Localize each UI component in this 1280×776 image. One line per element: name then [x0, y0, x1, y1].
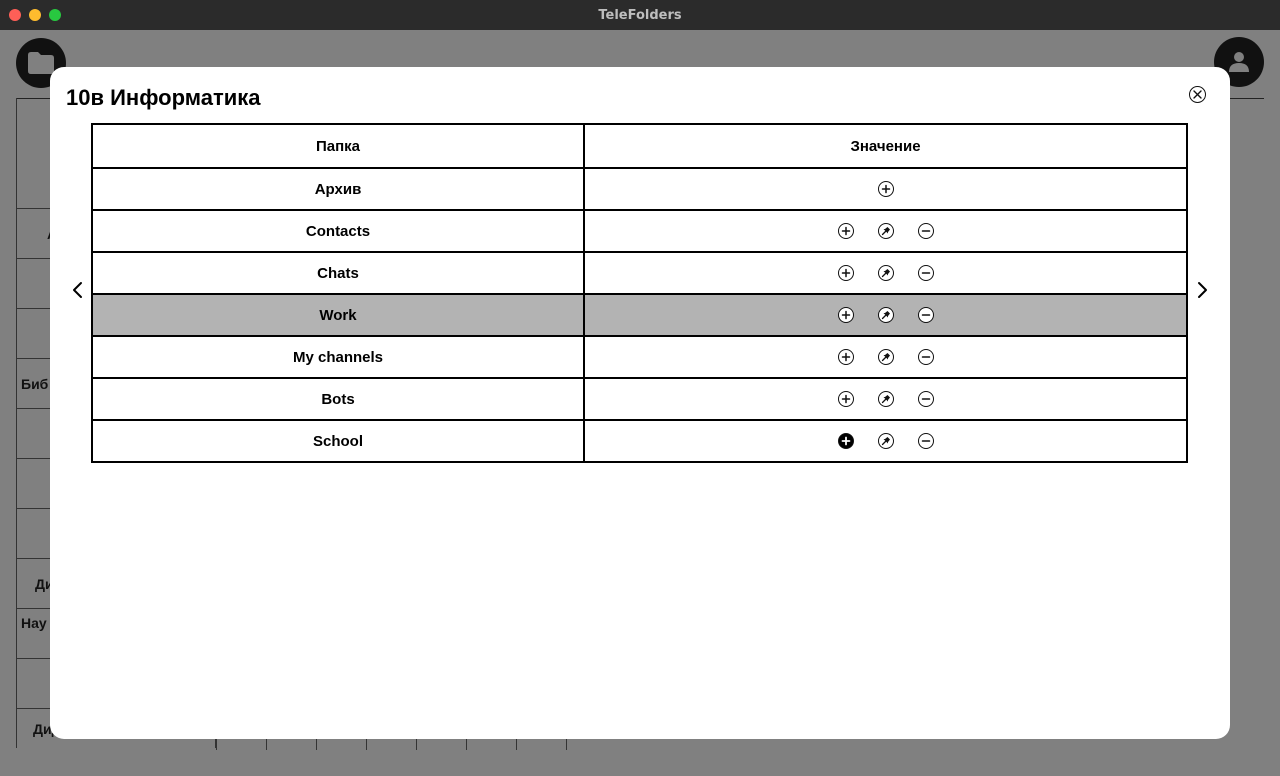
minus-circle-icon — [921, 314, 930, 316]
table-row[interactable]: My channels — [91, 335, 1188, 379]
value-cell — [583, 209, 1188, 253]
chevron-right-icon — [1198, 282, 1207, 298]
minus-circle-icon — [921, 356, 930, 358]
minus-circle-icon — [921, 398, 930, 400]
row-actions — [585, 349, 1186, 365]
plus-circle-icon — [841, 436, 850, 446]
remove-button[interactable] — [917, 223, 934, 239]
window-controls — [9, 9, 61, 21]
dialog-title: 10в Информатика — [66, 85, 261, 110]
add-button[interactable] — [837, 433, 854, 449]
row-actions — [585, 307, 1186, 323]
zoom-window-button[interactable] — [49, 9, 61, 21]
folder-name-cell: Contacts — [91, 209, 585, 253]
plus-circle-icon — [841, 268, 850, 278]
add-button[interactable] — [837, 265, 854, 281]
pin-icon — [881, 311, 890, 320]
row-actions — [585, 391, 1186, 407]
minus-circle-icon — [921, 230, 930, 232]
user-icon — [1229, 52, 1249, 72]
close-button[interactable] — [1189, 86, 1206, 103]
table-row[interactable]: Архив — [91, 167, 1188, 211]
add-button[interactable] — [837, 307, 854, 323]
row-actions — [585, 181, 1186, 197]
value-cell — [583, 419, 1188, 463]
table-header-row: Папка Значение — [91, 123, 1188, 169]
folder-name-cell: School — [91, 419, 585, 463]
table-row[interactable]: Contacts — [91, 209, 1188, 253]
folder-icon — [28, 52, 54, 74]
folder-name-cell: Work — [91, 293, 585, 337]
folder-name-cell: Chats — [91, 251, 585, 295]
pin-button[interactable] — [877, 307, 894, 323]
folders-table: Папка Значение Архив Contacts Chats Work My … — [91, 123, 1188, 463]
close-icon — [1193, 90, 1202, 99]
plus-circle-icon — [841, 352, 850, 362]
chevron-left-icon — [73, 282, 82, 298]
row-actions — [585, 223, 1186, 239]
plus-circle-icon — [841, 394, 850, 404]
table-row[interactable]: Bots — [91, 377, 1188, 421]
add-button[interactable] — [837, 223, 854, 239]
folder-name-cell: Архив — [91, 167, 585, 211]
remove-button[interactable] — [917, 391, 934, 407]
plus-circle-icon — [881, 184, 890, 194]
column-header-value: Значение — [583, 123, 1188, 169]
minus-circle-icon — [921, 440, 930, 442]
minus-circle-icon — [921, 272, 930, 274]
pin-icon — [881, 269, 890, 278]
previous-button[interactable] — [68, 279, 88, 301]
plus-circle-icon — [841, 226, 850, 236]
value-cell — [583, 167, 1188, 211]
pin-icon — [881, 227, 890, 236]
remove-button[interactable] — [917, 433, 934, 449]
minimize-window-button[interactable] — [29, 9, 41, 21]
pin-button[interactable] — [877, 223, 894, 239]
row-actions — [585, 265, 1186, 281]
value-cell — [583, 293, 1188, 337]
pin-icon — [881, 353, 890, 362]
pin-icon — [881, 437, 890, 446]
pin-button[interactable] — [877, 391, 894, 407]
window-titlebar: TeleFolders — [0, 0, 1280, 30]
remove-button[interactable] — [917, 349, 934, 365]
pin-button[interactable] — [877, 349, 894, 365]
window-title: TeleFolders — [598, 7, 682, 23]
column-header-folder: Папка — [91, 123, 585, 169]
folder-values-dialog: 10в Информатика Папка Значение Архив Cont… — [50, 67, 1230, 739]
table-row[interactable]: School — [91, 419, 1188, 463]
next-button[interactable] — [1192, 279, 1212, 301]
table-row[interactable]: Chats — [91, 251, 1188, 295]
add-button[interactable] — [837, 349, 854, 365]
pin-icon — [881, 395, 890, 404]
pin-button[interactable] — [877, 265, 894, 281]
plus-circle-icon — [841, 310, 850, 320]
remove-button[interactable] — [917, 265, 934, 281]
folder-name-cell: Bots — [91, 377, 585, 421]
remove-button[interactable] — [917, 307, 934, 323]
row-actions — [585, 433, 1186, 449]
close-window-button[interactable] — [9, 9, 21, 21]
folder-name-cell: My channels — [91, 335, 585, 379]
pin-button[interactable] — [877, 433, 894, 449]
table-row[interactable]: Work — [91, 293, 1188, 337]
value-cell — [583, 251, 1188, 295]
add-button[interactable] — [837, 391, 854, 407]
value-cell — [583, 335, 1188, 379]
value-cell — [583, 377, 1188, 421]
add-button[interactable] — [877, 181, 894, 197]
